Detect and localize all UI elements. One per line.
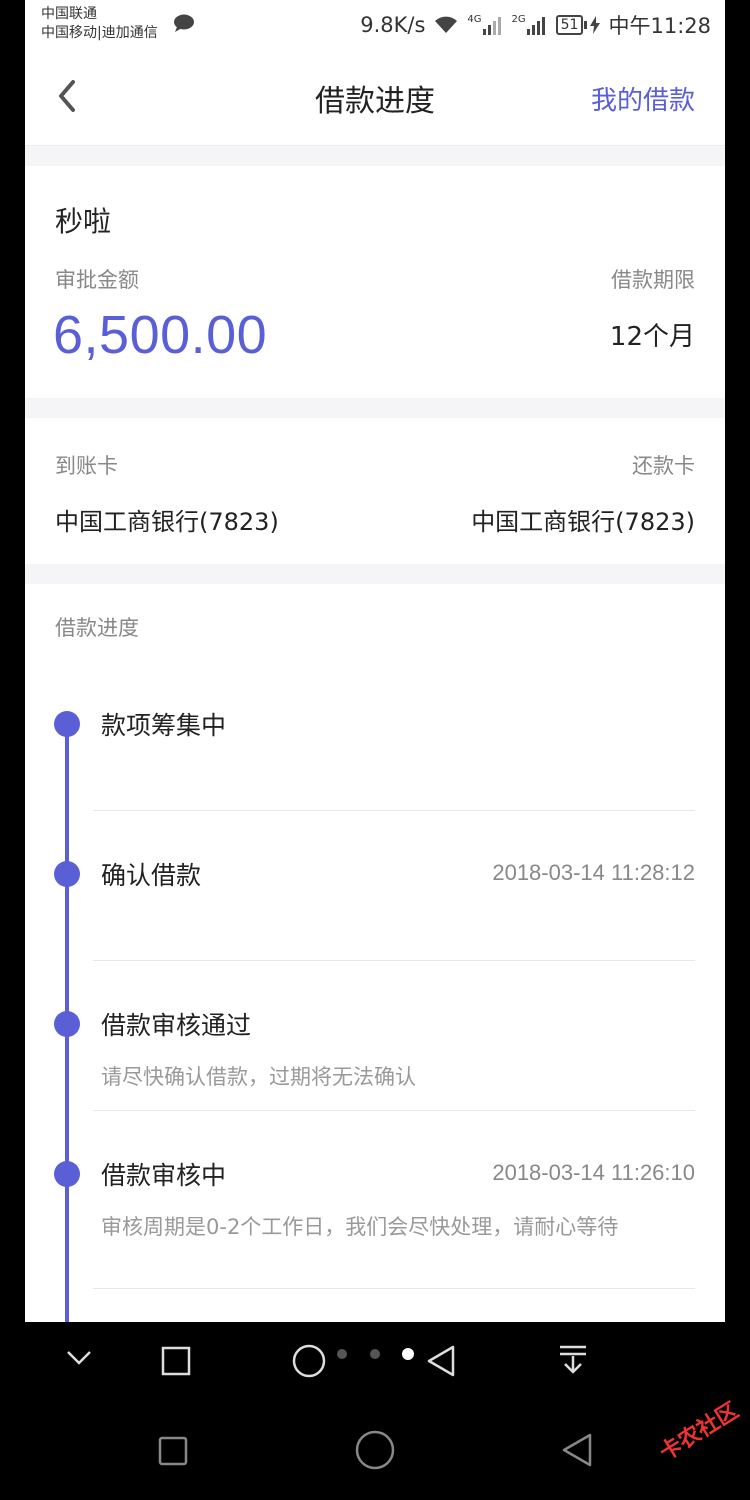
progress-section-label: 借款进度 xyxy=(55,616,139,640)
step-title: 款项筹集中 xyxy=(101,711,227,740)
charging-icon xyxy=(590,16,601,34)
approved-amount: 6,500.00 xyxy=(53,305,268,365)
system-toolbar xyxy=(0,1322,750,1400)
net-type-2: 2G xyxy=(511,14,526,25)
battery-level: 51 xyxy=(555,15,584,35)
home-circle-icon[interactable] xyxy=(355,1430,395,1470)
loan-summary-card: 秒啦 审批金额 借款期限 6,500.00 12个月 xyxy=(25,166,725,398)
step-desc: 请尽快确认借款，过期将无法确认 xyxy=(101,1065,416,1089)
app-screen: 中国联通 中国移动|迪加通信 9.8K/s 4G 2G 51 中午11:28 借… xyxy=(25,0,725,1322)
step-divider xyxy=(93,810,695,811)
signal-2: 2G xyxy=(512,15,548,35)
timeline-dot xyxy=(54,1161,80,1187)
timeline-dot xyxy=(54,1011,80,1037)
amount-label: 审批金额 xyxy=(55,268,139,292)
back-triangle-icon[interactable] xyxy=(425,1344,457,1378)
wifi-icon xyxy=(435,16,458,33)
timeline-dot xyxy=(54,861,80,887)
step-title: 确认借款 xyxy=(101,861,202,890)
battery-indicator: 51 xyxy=(555,15,601,35)
network-speed: 9.8K/s xyxy=(360,13,426,37)
battery-tip xyxy=(584,21,588,29)
loan-term: 12个月 xyxy=(609,322,695,352)
bank-card-info: 到账卡 还款卡 中国工商银行(7823) 中国工商银行(7823) xyxy=(25,418,725,564)
system-navigation-bar xyxy=(0,1400,750,1500)
recent-apps-icon[interactable] xyxy=(161,1346,191,1376)
chat-bubble-icon xyxy=(174,14,194,32)
step-title: 借款审核通过 xyxy=(101,1011,252,1040)
step-divider xyxy=(93,960,695,961)
home-circle-icon[interactable] xyxy=(292,1344,326,1378)
repay-card-label: 还款卡 xyxy=(632,454,695,478)
my-loans-link[interactable]: 我的借款 xyxy=(591,80,695,117)
step-divider xyxy=(93,1288,695,1289)
page-indicator-dots xyxy=(337,1348,414,1360)
term-label: 借款期限 xyxy=(611,268,695,292)
timeline-dot xyxy=(54,711,80,737)
chevron-down-icon[interactable] xyxy=(66,1350,92,1366)
recent-apps-icon[interactable] xyxy=(158,1436,188,1466)
receive-card-label: 到账卡 xyxy=(55,454,118,478)
carrier-info: 中国联通 中国移动|迪加通信 xyxy=(41,5,158,43)
net-type-1: 4G xyxy=(467,14,482,25)
receive-card-value: 中国工商银行(7823) xyxy=(55,508,279,536)
loan-progress-section: 借款进度 款项筹集中 确认借款 2018-03-14 11:28:12 借款审核… xyxy=(25,584,725,1322)
repay-card-value: 中国工商银行(7823) xyxy=(471,508,695,536)
step-time: 2018-03-14 11:26:10 xyxy=(492,1160,695,1185)
step-desc: 审核周期是0-2个工作日，我们会尽快处理，请耐心等待 xyxy=(101,1215,619,1239)
back-triangle-icon[interactable] xyxy=(560,1432,594,1468)
signal-bars-icon xyxy=(482,17,501,35)
status-bar: 中国联通 中国移动|迪加通信 9.8K/s 4G 2G 51 中午11:28 xyxy=(25,0,725,52)
navigation-bar: 借款进度 我的借款 xyxy=(25,52,725,146)
step-divider xyxy=(93,1110,695,1111)
signal-bars-icon xyxy=(526,17,545,35)
notification-pulldown-icon[interactable] xyxy=(558,1344,588,1376)
step-time: 2018-03-14 11:28:12 xyxy=(492,860,695,885)
carrier-1: 中国联通 xyxy=(41,6,97,22)
signal-1: 4G xyxy=(467,15,503,35)
product-name: 秒啦 xyxy=(55,205,112,238)
carrier-2: 中国移动|迪加通信 xyxy=(41,25,158,41)
clock: 中午11:28 xyxy=(608,14,711,38)
status-right: 9.8K/s 4G 2G 51 中午11:28 xyxy=(360,10,711,40)
step-title: 借款审核中 xyxy=(101,1161,227,1190)
